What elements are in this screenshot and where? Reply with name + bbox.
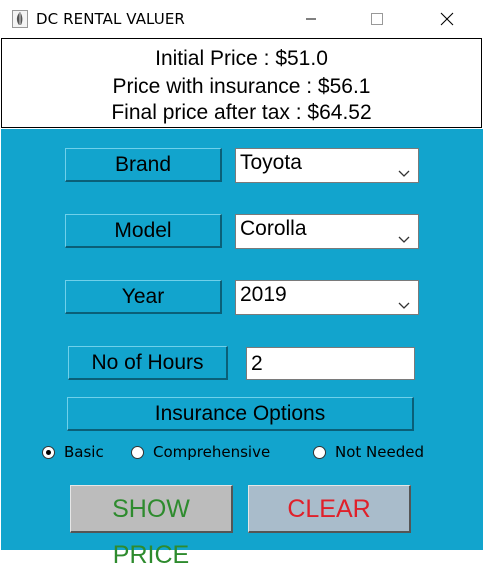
model-label-button[interactable]: Model — [65, 214, 222, 248]
brand-select[interactable]: Toyota — [235, 148, 419, 183]
feather-app-icon — [12, 10, 28, 28]
hours-label-button[interactable]: No of Hours — [68, 346, 228, 380]
chevron-down-icon[interactable] — [398, 292, 410, 316]
model-select-value: Corolla — [240, 217, 307, 240]
radio-comprehensive-label: Comprehensive — [153, 443, 271, 461]
radio-basic-label: Basic — [64, 443, 104, 461]
close-icon[interactable] — [424, 0, 470, 38]
radio-basic[interactable]: Basic — [42, 443, 104, 461]
brand-select-value: Toyota — [240, 151, 302, 174]
insurance-options-button[interactable]: Insurance Options — [67, 397, 414, 431]
price-summary-panel: Initial Price : $51.0 Price with insuran… — [1, 38, 482, 128]
initial-price-text: Initial Price : $51.0 — [155, 47, 328, 70]
maximize-icon[interactable] — [354, 0, 400, 38]
final-price-text: Final price after tax : $64.52 — [111, 101, 372, 124]
radio-comprehensive[interactable]: Comprehensive — [131, 443, 270, 461]
hours-input[interactable]: 2 — [246, 347, 415, 380]
app-window: DC RENTAL VALUER Initial Price : $51.0 P… — [0, 0, 485, 569]
title-bar[interactable]: DC RENTAL VALUER — [0, 0, 485, 38]
year-select-value: 2019 — [240, 283, 287, 306]
radio-not-needed[interactable]: Not Needed — [313, 443, 424, 461]
year-label-button[interactable]: Year — [65, 280, 222, 314]
radio-dot[interactable] — [313, 445, 326, 459]
chevron-down-icon[interactable] — [398, 226, 410, 250]
radio-dot[interactable] — [131, 445, 144, 459]
clear-button[interactable]: CLEAR — [248, 485, 411, 533]
year-select[interactable]: 2019 — [235, 280, 419, 315]
radio-dot-selected[interactable] — [42, 445, 55, 459]
brand-label-button[interactable]: Brand — [65, 148, 222, 182]
insurance-price-text: Price with insurance : $56.1 — [112, 75, 371, 98]
model-select[interactable]: Corolla — [235, 214, 419, 249]
radio-not-needed-label: Not Needed — [335, 443, 424, 461]
chevron-down-icon[interactable] — [398, 160, 410, 184]
show-price-button[interactable]: SHOW PRICE — [70, 485, 233, 569]
minimize-icon[interactable] — [288, 0, 334, 38]
window-title: DC RENTAL VALUER — [36, 10, 185, 28]
